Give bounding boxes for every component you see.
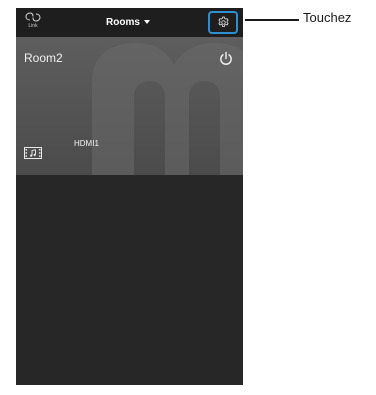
top-bar: Link Rooms [16,8,243,37]
screenshot-canvas: Link Rooms Room2 HDMI1 Touchez [0,0,376,395]
power-button[interactable] [218,51,234,67]
app-screen: Link Rooms Room2 HDMI1 [16,8,243,385]
power-icon [220,51,232,65]
film-music-icon [24,146,42,159]
callout-text: Touchez [303,10,352,25]
room-name: Room2 [24,51,63,65]
link-label: Link [28,23,38,29]
input-source-label: HDMI1 [74,139,99,148]
callout-line [245,19,299,21]
rooms-dropdown-label: Rooms [106,16,140,28]
room-card[interactable]: Room2 HDMI1 [16,37,243,175]
chevron-down-icon [143,20,150,24]
gear-icon [217,16,229,27]
link-button[interactable]: Link [22,11,44,35]
settings-button[interactable] [208,11,238,34]
rooms-dropdown[interactable]: Rooms [106,14,150,30]
link-icon [25,12,41,22]
